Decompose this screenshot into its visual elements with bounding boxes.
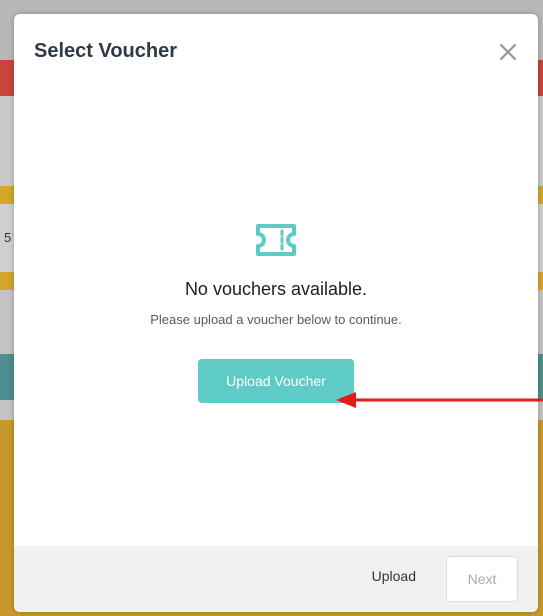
modal-footer: Upload Next: [14, 546, 538, 612]
close-button[interactable]: [496, 40, 520, 64]
next-button[interactable]: Next: [446, 556, 518, 602]
ticket-icon: [252, 220, 300, 260]
empty-state: No vouchers available. Please upload a v…: [14, 220, 538, 403]
select-voucher-modal: Select Voucher No vouchers available. Pl…: [14, 14, 538, 612]
empty-state-subtitle: Please upload a voucher below to continu…: [150, 312, 402, 327]
background-text-fragment: 5: [4, 230, 12, 245]
footer-upload-button[interactable]: Upload: [372, 568, 416, 584]
close-icon: [500, 44, 516, 60]
annotation-arrow-icon: [330, 390, 543, 410]
modal-title: Select Voucher: [34, 40, 178, 62]
empty-state-title: No vouchers available.: [184, 279, 368, 299]
